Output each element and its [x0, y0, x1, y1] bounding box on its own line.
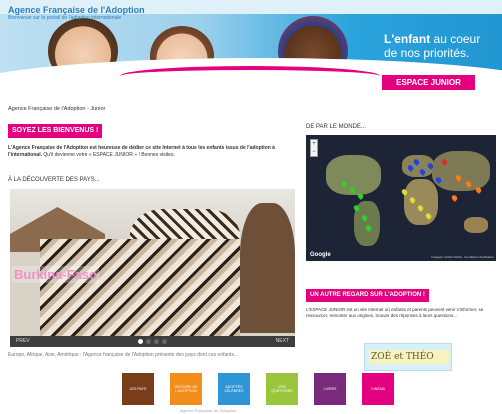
- pays-section-label: À LA DÉCOUVERTE DES PAYS...: [8, 177, 100, 183]
- monde-section-label: DE PAR LE MONDE...: [306, 124, 366, 130]
- tagline-strong: L'enfant: [384, 32, 431, 46]
- pink-swoosh: [120, 66, 380, 86]
- map-credit[interactable]: Imagerie ©2014 NASA · Conditions d'utili…: [431, 255, 494, 259]
- world-map[interactable]: + − Google Imagerie ©2014 NASA · Conditi…: [306, 135, 496, 261]
- welcome-text: L'Agence Française de l'Adoption est heu…: [8, 145, 298, 159]
- nav-histoire[interactable]: HISTOIRE DE L'ADOPTION: [170, 373, 202, 405]
- map-land: [404, 179, 438, 225]
- nav-cinema[interactable]: CINÉMA: [362, 373, 394, 405]
- breadcrumb[interactable]: Agence Française de l'Adoption - Junior: [8, 106, 105, 112]
- slide-dot[interactable]: [138, 339, 143, 344]
- slide-dot[interactable]: [154, 339, 159, 344]
- slide-dot[interactable]: [146, 339, 151, 344]
- nav-label: CINÉMA: [371, 386, 385, 391]
- google-logo: Google: [310, 252, 331, 258]
- nav-label: HISTOIRE DE L'ADOPTION: [174, 384, 198, 394]
- map-zoom-in[interactable]: +: [311, 140, 317, 148]
- country-slideshow[interactable]: Burkina-Faso: [10, 189, 295, 347]
- header-tagline: L'enfant au coeur de nos priorités.: [384, 32, 496, 60]
- pays-intro-text: Europe, Afrique, Asie, Amérique : l'Agen…: [8, 352, 239, 358]
- slide-tower: [240, 203, 295, 333]
- slideshow-controls: PREV NEXT: [10, 336, 295, 347]
- slide-dot[interactable]: [162, 339, 167, 344]
- welcome-text-rest: Qu'il devienne votre « ESPACE JUNIOR » !…: [41, 152, 175, 158]
- nav-livres[interactable]: LIVRES: [314, 373, 346, 405]
- site-title[interactable]: Agence Française de l'Adoption: [8, 5, 145, 15]
- nav-les-pays[interactable]: LES PAYS: [122, 373, 154, 405]
- site-subtitle: Bienvenue sur le portail de l'adoption i…: [8, 15, 122, 21]
- map-land: [432, 151, 490, 191]
- footer-text: Agence Française de l'Adoption: [180, 408, 237, 413]
- slide-country-label[interactable]: Burkina-Faso: [12, 266, 100, 283]
- header-banner: Agence Française de l'Adoption Bienvenue…: [0, 0, 502, 100]
- zoe-banner-label: ZOÉ et THÉO: [371, 352, 434, 362]
- slide-next-button[interactable]: NEXT: [276, 338, 289, 344]
- slide-painted-wall: [40, 239, 240, 347]
- regard-title: UN AUTRE REGARD SUR L'ADOPTION !: [306, 289, 429, 302]
- map-pin[interactable]: [450, 194, 459, 202]
- map-zoom-out[interactable]: −: [311, 148, 317, 156]
- nav-vos-questions[interactable]: VOS QUESTIONS: [266, 373, 298, 405]
- regard-text: L'ESPACE JUNIOR est un site Internet où …: [306, 307, 484, 318]
- nav-label: ADOPTÉS CÉLÈBRES: [224, 384, 244, 394]
- slide-prev-button[interactable]: PREV: [16, 338, 30, 344]
- espace-junior-button[interactable]: ESPACE JUNIOR: [382, 75, 475, 90]
- slide-dots: [138, 339, 170, 346]
- map-zoom-control[interactable]: + −: [310, 139, 318, 157]
- nav-adoptes-celebres[interactable]: ADOPTÉS CÉLÈBRES: [218, 373, 250, 405]
- nav-label: VOS QUESTIONS: [271, 384, 293, 394]
- nav-label: LIVRES: [323, 386, 337, 391]
- zoe-theo-banner[interactable]: ZOÉ et THÉO: [364, 343, 452, 371]
- welcome-title: SOYEZ LES BIENVENUS !: [8, 124, 103, 138]
- nav-label: LES PAYS: [129, 386, 147, 391]
- map-land: [464, 217, 488, 233]
